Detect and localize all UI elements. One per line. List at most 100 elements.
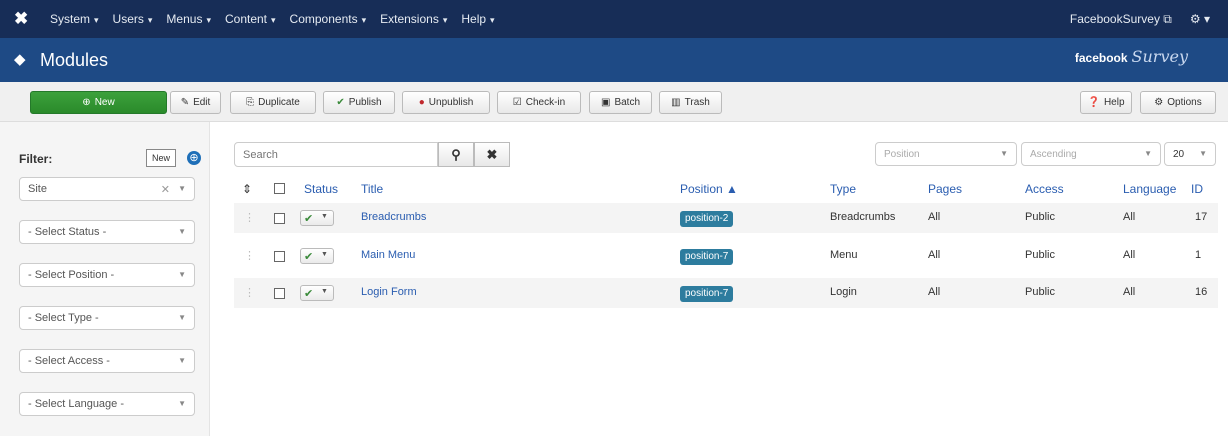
limit-select[interactable]: 20 ▼ <box>1164 142 1216 166</box>
position-badge: position-2 <box>680 211 734 227</box>
caret-down-icon: ▾ <box>206 15 211 25</box>
type-select[interactable]: - Select Type - ▼ <box>19 306 195 330</box>
header-position[interactable]: Position ▲ <box>680 182 738 196</box>
search-input[interactable] <box>234 142 438 167</box>
checkin-button[interactable]: ☑ Check-in <box>497 91 581 114</box>
row-checkbox[interactable] <box>274 288 285 299</box>
button-label: Publish <box>348 97 382 108</box>
check-icon: ✔ <box>336 97 345 108</box>
chevron-down-icon: ▼ <box>1199 149 1207 158</box>
header-title[interactable]: Title <box>361 182 383 196</box>
batch-button[interactable]: ▣ Batch <box>589 91 652 114</box>
client-select[interactable]: Site ✕ ▼ <box>19 177 195 201</box>
edit-button[interactable]: ✎ Edit <box>170 91 221 114</box>
menu-menus[interactable]: Menus ▾ <box>166 12 211 26</box>
options-button[interactable]: ⚙ Options <box>1140 91 1216 114</box>
cell-access: Public <box>1025 211 1055 223</box>
cell-pages: All <box>928 211 941 223</box>
caret-down-icon: ▾ <box>442 15 448 25</box>
topbar-right: FacebookSurvey ⧉ ⚙ ▾ <box>1070 12 1210 27</box>
admin-menubar: ✖ System ▾ Users ▾ Menus ▾ Content ▾ Compone… <box>0 0 1228 38</box>
row-checkbox[interactable] <box>274 213 285 224</box>
header-type[interactable]: Type <box>830 182 856 196</box>
question-icon: ❓ <box>1087 97 1100 108</box>
ordering-select[interactable]: Position ▼ <box>875 142 1017 166</box>
menu-content[interactable]: Content ▾ <box>225 12 276 26</box>
status-select[interactable]: - Select Status - ▼ <box>19 220 195 244</box>
table-row: ⋮ ✔ ▼ Login Form position-7 Login All Pub… <box>234 278 1218 308</box>
sort-icon[interactable]: ⇕ <box>242 182 252 196</box>
drag-handle-icon[interactable]: ⋮ <box>244 211 255 224</box>
caret-down-icon: ▼ <box>321 251 328 258</box>
menu-help[interactable]: Help ▾ <box>461 12 494 26</box>
user-settings-menu[interactable]: ⚙ ▾ <box>1190 12 1210 27</box>
cell-pages: All <box>928 249 941 261</box>
status-toggle[interactable]: ✔ ▼ <box>300 210 334 226</box>
button-label: Trash <box>684 97 710 108</box>
chevron-down-icon: ▼ <box>1000 149 1008 158</box>
module-title-link[interactable]: Login Form <box>361 286 417 298</box>
cell-language: All <box>1123 211 1136 223</box>
new-button[interactable]: ⊕ New <box>30 91 167 114</box>
position-select[interactable]: - Select Position - ▼ <box>19 263 195 287</box>
language-select[interactable]: - Select Language - ▼ <box>19 392 195 416</box>
header-pages[interactable]: Pages <box>928 182 962 196</box>
menu-users[interactable]: Users ▾ <box>113 12 153 26</box>
main-menu: System ▾ Users ▾ Menus ▾ Content ▾ Component… <box>50 12 495 26</box>
search-button[interactable]: ⚲ <box>438 142 474 167</box>
caret-down-icon: ▾ <box>490 15 495 25</box>
site-link[interactable]: FacebookSurvey ⧉ <box>1070 12 1172 27</box>
row-checkbox[interactable] <box>274 251 285 262</box>
duplicate-button[interactable]: ⎘ Duplicate <box>230 91 316 114</box>
select-value: - Select Access - <box>28 355 110 367</box>
checkbox-icon: ☑ <box>512 97 522 108</box>
button-label: Batch <box>614 97 641 108</box>
direction-select[interactable]: Ascending ▼ <box>1021 142 1161 166</box>
caret-down-icon: ▾ <box>94 15 99 25</box>
chevron-down-icon: ▼ <box>178 270 186 279</box>
menu-components[interactable]: Components ▾ <box>290 12 367 26</box>
header-status[interactable]: Status <box>304 182 338 196</box>
access-select[interactable]: - Select Access - ▼ <box>19 349 195 373</box>
position-badge: position-7 <box>680 286 734 302</box>
module-title-link[interactable]: Main Menu <box>361 249 415 261</box>
chevron-down-icon: ▼ <box>178 399 186 408</box>
drag-handle-icon[interactable]: ⋮ <box>244 286 255 299</box>
unpublish-button[interactable]: ● Unpublish <box>402 91 490 114</box>
menu-extensions[interactable]: Extensions ▾ <box>380 12 447 26</box>
joomla-logo-icon[interactable]: ✖ <box>14 9 28 29</box>
menu-system[interactable]: System ▾ <box>50 12 99 26</box>
table-header: ⇕ Status Title Position ▲ Type Pages Acc… <box>234 174 1218 202</box>
cell-language: All <box>1123 249 1136 261</box>
search-icon: ⚲ <box>451 146 461 162</box>
caret-down-icon: ▾ <box>271 15 276 25</box>
publish-button[interactable]: ✔ Publish <box>323 91 395 114</box>
drag-handle-icon[interactable]: ⋮ <box>244 249 255 262</box>
module-title-link[interactable]: Breadcrumbs <box>361 211 426 223</box>
trash-button[interactable]: ▥ Trash <box>659 91 722 114</box>
batch-icon: ▣ <box>600 97 611 108</box>
menu-label: System <box>50 12 91 26</box>
header-id[interactable]: ID <box>1191 182 1203 196</box>
button-label: Duplicate <box>258 97 300 108</box>
clear-button[interactable]: ✖ <box>474 142 510 167</box>
position-badge: position-7 <box>680 249 734 265</box>
check-icon: ✔ <box>304 251 314 263</box>
select-value: - Select Type - <box>28 312 99 324</box>
check-icon: ✔ <box>304 288 314 300</box>
help-button[interactable]: ❓ Help <box>1080 91 1132 114</box>
caret-down-icon: ▾ <box>147 15 153 25</box>
cell-language: All <box>1123 286 1136 298</box>
caret-down-icon: ▼ <box>321 288 328 295</box>
gear-icon: ⚙ <box>1154 97 1164 108</box>
toggle-sidebar-icon[interactable]: ⊕ <box>187 151 201 165</box>
check-all-checkbox[interactable] <box>274 183 285 194</box>
table-row: ⋮ ✔ ▼ Main Menu position-7 Menu All Publi… <box>234 241 1218 271</box>
select-value: 20 <box>1173 148 1185 160</box>
header-language[interactable]: Language <box>1123 182 1176 196</box>
select-value: - Select Position - <box>28 269 115 281</box>
header-access[interactable]: Access <box>1025 182 1064 196</box>
status-toggle[interactable]: ✔ ▼ <box>300 248 334 264</box>
status-toggle[interactable]: ✔ ▼ <box>300 285 334 301</box>
clear-icon[interactable]: ✕ <box>161 183 170 196</box>
